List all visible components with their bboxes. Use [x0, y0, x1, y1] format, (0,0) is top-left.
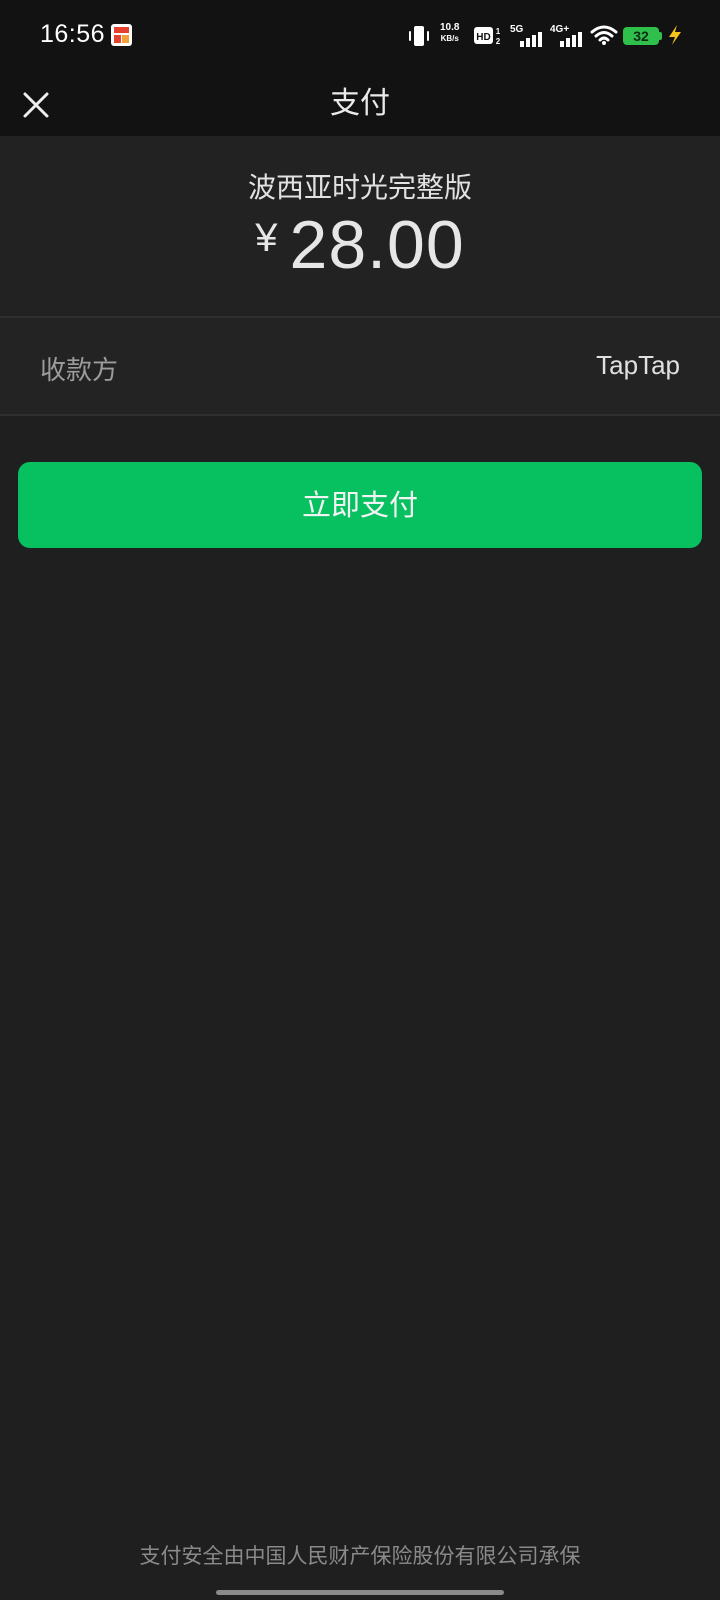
product-name: 波西亚时光完整版: [247, 171, 472, 204]
net-5g-label: 5G: [510, 24, 524, 35]
sim2-label: 2: [496, 37, 501, 46]
wifi-icon: [590, 25, 618, 45]
currency-symbol: ¥: [255, 216, 278, 260]
payee-row: 收款方 TapTap: [0, 318, 720, 416]
home-indicator[interactable]: [216, 1590, 504, 1595]
status-icons: 10.8 KB/s HD 1 2 5G 4G+ 32: [400, 0, 720, 72]
pay-now-label: 立即支付: [301, 488, 418, 522]
payee-value: TapTap: [596, 350, 680, 380]
hd-label: HD: [476, 32, 490, 43]
payee-label: 收款方: [40, 356, 119, 386]
battery-tip: [659, 32, 662, 40]
page-title: 支付: [330, 86, 390, 121]
network-speed-unit: KB/s: [440, 34, 459, 43]
order-summary: 波西亚时光完整版 ¥28.00: [0, 136, 720, 318]
price-amount: 28.00: [289, 207, 465, 283]
sim1-label: 1: [496, 27, 501, 36]
net-4g-label: 4G+: [550, 24, 569, 35]
app-notification-icon: [111, 24, 132, 46]
hd-icon: HD 1 2: [474, 27, 501, 46]
network-speed-value: 10.8: [440, 22, 460, 33]
network-speed: 10.8 KB/s: [440, 22, 459, 44]
battery-level: 32: [633, 28, 649, 44]
payment-page: 16:56 10.8 KB/s HD 1 2 5G 4G+ 32 支付 波西亚时…: [0, 0, 720, 1600]
title-bar: 支付: [0, 72, 720, 136]
vibrate-icon: [409, 26, 429, 46]
pay-now-button[interactable]: 立即支付: [18, 462, 702, 548]
signal-4g-icon: 4G+: [550, 24, 582, 47]
price: ¥28.00: [0, 206, 720, 286]
signal-5g-icon: 5G: [510, 24, 542, 47]
status-time: 16:56: [40, 20, 106, 48]
charging-bolt-icon: [669, 25, 681, 45]
status-bar: 16:56 10.8 KB/s HD 1 2 5G 4G+ 32: [0, 0, 720, 72]
insurance-notice: 支付安全由中国人民财产保险股份有限公司承保: [139, 1544, 581, 1568]
